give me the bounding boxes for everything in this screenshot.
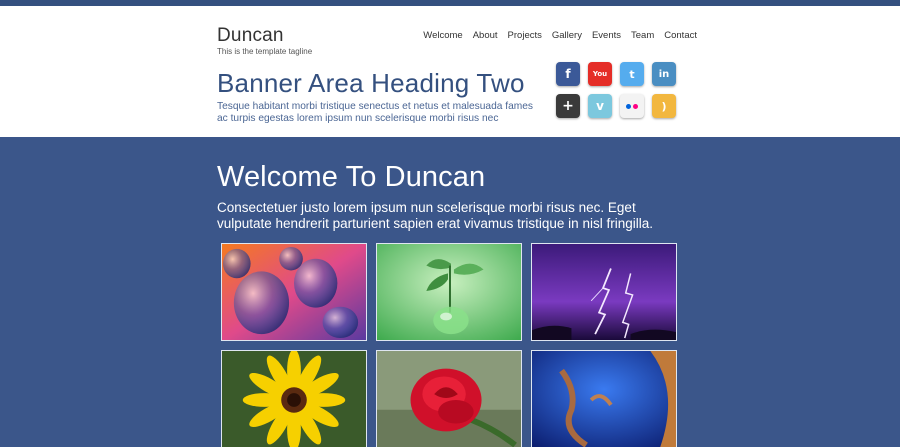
- banner-heading: Banner Area Heading Two: [217, 68, 525, 98]
- welcome-title: Welcome To Duncan: [217, 161, 486, 193]
- welcome-section: Welcome To Duncan Consectetuer justo lor…: [0, 137, 900, 447]
- gallery-image-lightning[interactable]: [531, 243, 677, 341]
- gallery-image-red-rose[interactable]: [376, 350, 522, 447]
- gallery-image-green-plant[interactable]: [376, 243, 522, 341]
- youtube-icon[interactable]: You: [588, 62, 612, 86]
- welcome-text: Consectetuer justo lorem ipsum nun scele…: [217, 200, 653, 231]
- nav-projects[interactable]: Projects: [508, 30, 542, 41]
- vimeo-icon[interactable]: v: [588, 94, 612, 118]
- google-plus-icon[interactable]: +: [556, 94, 580, 118]
- brand-name[interactable]: Duncan: [217, 26, 312, 46]
- rss-icon[interactable]: ): [652, 94, 676, 118]
- banner-text: Tesque habitant morbi tristique senectus…: [217, 101, 533, 124]
- twitter-icon[interactable]: t: [620, 62, 644, 86]
- social-links: f You t in + v ): [556, 62, 678, 118]
- nav-about[interactable]: About: [473, 30, 498, 41]
- nav-team[interactable]: Team: [631, 30, 654, 41]
- nav-gallery[interactable]: Gallery: [552, 30, 582, 41]
- gallery-grid: [221, 243, 677, 447]
- brand-tagline: This is the template tagline: [217, 47, 313, 56]
- gallery-image-yellow-flower[interactable]: [221, 350, 367, 447]
- header: Duncan This is the template tagline Welc…: [0, 6, 900, 137]
- brand[interactable]: Duncan This is the template tagline: [217, 26, 313, 57]
- nav-events[interactable]: Events: [592, 30, 621, 41]
- gallery-image-blue-abstract[interactable]: [531, 350, 677, 447]
- nav-contact[interactable]: Contact: [664, 30, 697, 41]
- facebook-icon[interactable]: f: [556, 62, 580, 86]
- gallery-image-bubbles[interactable]: [221, 243, 367, 341]
- linkedin-icon[interactable]: in: [652, 62, 676, 86]
- flickr-icon[interactable]: [620, 94, 644, 118]
- nav-welcome[interactable]: Welcome: [423, 30, 462, 41]
- main-nav: Welcome About Projects Gallery Events Te…: [413, 30, 697, 41]
